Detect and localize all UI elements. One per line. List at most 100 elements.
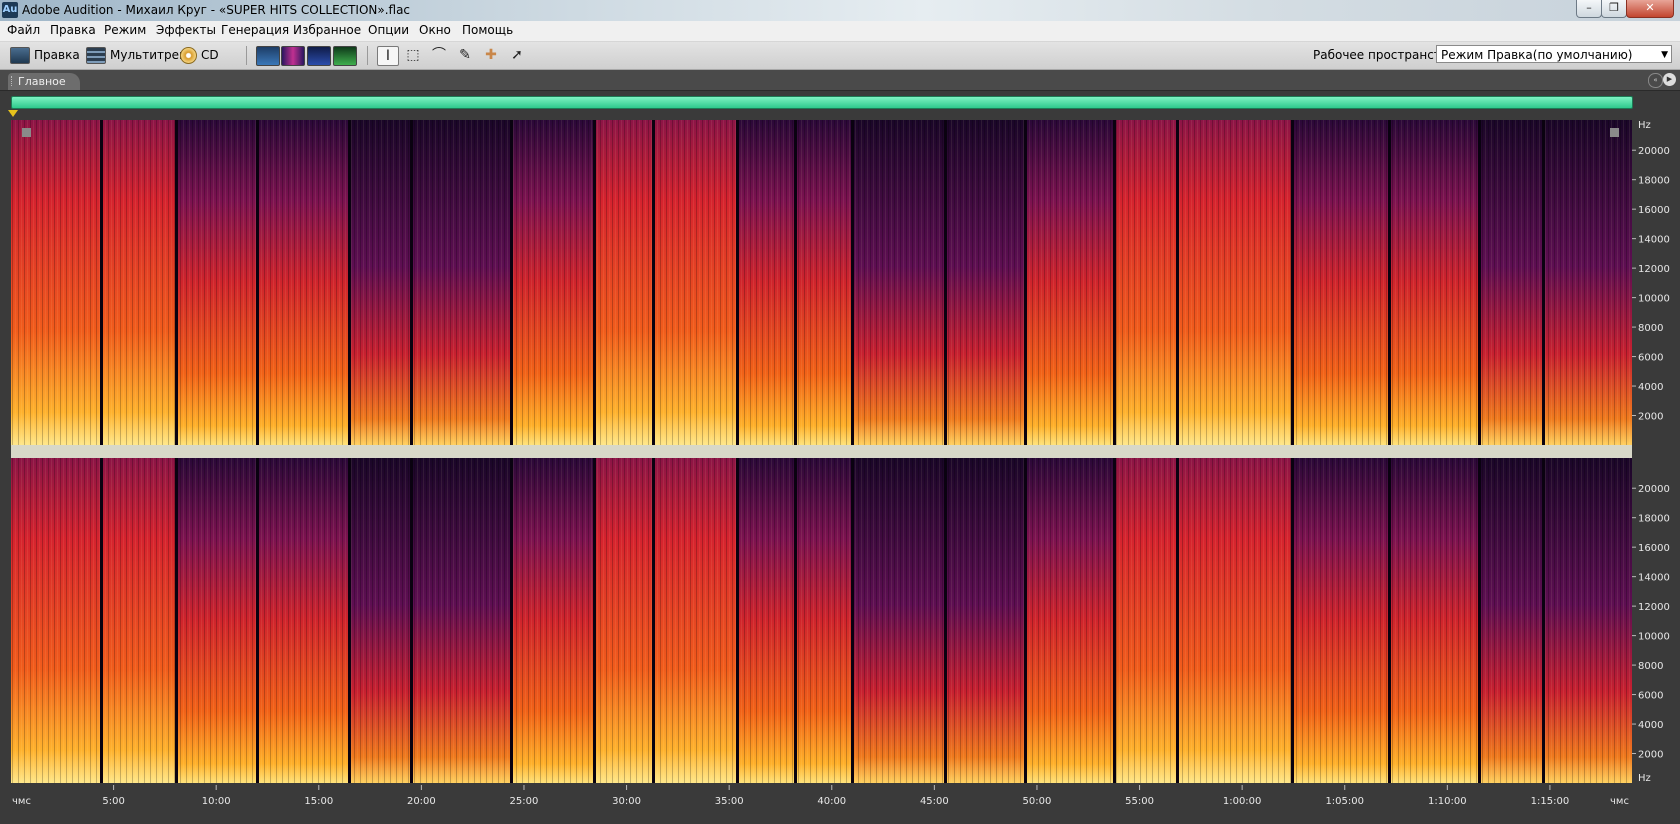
track-gap [593, 120, 596, 445]
track-gap [1388, 458, 1391, 783]
menu-edit[interactable]: Правка [50, 23, 96, 37]
move-tool-icon[interactable]: ➚ [507, 46, 527, 64]
spectral-display[interactable]: 20000 18000 16000 14000 12000 10000 8000 6000 40… [0, 110, 1680, 812]
title-bar: Au Adobe Audition - Михаил Круг - «SUPER… [0, 0, 1680, 21]
frequency-tick-label: 2000 [1638, 750, 1663, 761]
track-gap [794, 120, 797, 445]
menu-mode[interactable]: Режим [104, 23, 146, 37]
time-tick-label: 25:00 [510, 796, 539, 807]
chevron-down-icon: ▼ [1661, 50, 1668, 60]
track-gap [410, 120, 413, 445]
track-gap [736, 120, 739, 445]
time-ruler[interactable]: чмс чмс 5:00 10:00 15:00 20:00 25:00 30:00 35:… [12, 785, 1629, 807]
status-bar [0, 812, 1680, 824]
spectral-view-button[interactable] [281, 46, 305, 66]
maximize-button[interactable]: ❐ [1601, 0, 1627, 18]
track-gap [652, 120, 655, 445]
track-gap [1024, 120, 1027, 445]
track-gap [1176, 120, 1179, 445]
combined-view-button[interactable] [333, 46, 357, 66]
multitrack-mode-button[interactable]: Мультитрек [86, 45, 186, 65]
track-gap [1113, 458, 1116, 783]
menu-bar: Файл Правка Режим Эффекты Генерация Избр… [0, 21, 1680, 42]
close-button[interactable]: ✕ [1626, 0, 1674, 18]
panel-collapse-icon[interactable]: « [1648, 73, 1663, 88]
multitrack-icon [86, 46, 106, 64]
track-gap [100, 458, 103, 783]
tab-main[interactable]: Главное [8, 73, 80, 90]
track-gap [851, 120, 854, 445]
track-gap [944, 120, 947, 445]
edit-mode-label: Правка [34, 48, 80, 62]
time-tick-label: 15:00 [304, 796, 333, 807]
time-tick-label: 1:00:00 [1223, 796, 1262, 807]
frequency-tick-label: 10000 [1638, 294, 1670, 305]
time-tick-label: 1:10:00 [1428, 796, 1467, 807]
cd-mode-label: CD [201, 48, 219, 62]
frequency-tick-label: 4000 [1638, 382, 1663, 393]
frequency-tick-label: 10000 [1638, 632, 1670, 643]
frequency-tick-label: 18000 [1638, 514, 1670, 525]
pitch-view-button[interactable] [307, 46, 331, 66]
frequency-tick-label: 4000 [1638, 720, 1663, 731]
audition-logo-icon: Au [2, 2, 18, 18]
frequency-unit-label: Hz [1638, 120, 1651, 131]
marquee-selection-tool-icon[interactable]: ⬚ [403, 46, 423, 64]
lasso-tool-icon[interactable]: ⌒ [429, 46, 449, 64]
toolbar: Правка Мультитрек CD I ⬚ ⌒ ✎ ✚ ➚ Рабочее… [0, 42, 1680, 70]
track-gap [944, 458, 947, 783]
edit-mode-button[interactable]: Правка [10, 45, 80, 65]
time-tick-label: 5:00 [102, 796, 124, 807]
track-gap [1388, 120, 1391, 445]
frequency-tick-label: 12000 [1638, 602, 1670, 613]
track-gap [510, 458, 513, 783]
brush-tool-icon[interactable]: ✎ [455, 46, 475, 64]
menu-favorites[interactable]: Избранное [293, 23, 361, 37]
zoom-overview-bar[interactable] [11, 96, 1633, 109]
track-gap [1176, 458, 1179, 783]
frequency-tick-label: 16000 [1638, 205, 1670, 216]
waveform-view-button[interactable] [256, 46, 280, 66]
track-gap [794, 458, 797, 783]
panel-menu-icon[interactable]: ▶ [1663, 73, 1676, 86]
track-gap [348, 120, 351, 445]
zoom-corner-icon[interactable] [22, 128, 31, 137]
menu-window[interactable]: Окно [419, 23, 451, 37]
menu-generate[interactable]: Генерация [221, 23, 289, 37]
workspace-value: Режим Правка(по умолчанию) [1441, 48, 1633, 62]
time-tick-label: 1:15:00 [1531, 796, 1570, 807]
multitrack-mode-label: Мультитрек [110, 48, 187, 62]
time-selection-tool-icon[interactable]: I [377, 46, 399, 66]
menu-effects[interactable]: Эффекты [156, 23, 216, 37]
menu-options[interactable]: Опции [368, 23, 409, 37]
zoom-corner-icon[interactable] [1610, 128, 1619, 137]
menu-help[interactable]: Помощь [462, 23, 513, 37]
frequency-tick-label: 6000 [1638, 353, 1663, 364]
time-tick-label: 20:00 [407, 796, 436, 807]
track-gap [1024, 458, 1027, 783]
frequency-tick-label: 16000 [1638, 543, 1670, 554]
frequency-tick-label: 14000 [1638, 235, 1670, 246]
track-gap [736, 458, 739, 783]
track-gap [851, 458, 854, 783]
toolbar-divider [367, 46, 368, 65]
track-gap [1291, 120, 1294, 445]
spot-healing-tool-icon[interactable]: ✚ [481, 46, 501, 64]
workspace-dropdown[interactable]: Режим Правка(по умолчанию) ▼ [1436, 45, 1672, 63]
track-gap [1542, 458, 1545, 783]
time-tick-label: 30:00 [612, 796, 641, 807]
minimize-button[interactable]: – [1576, 0, 1602, 18]
track-gap [175, 458, 178, 783]
track-gap [410, 458, 413, 783]
track-gap [175, 120, 178, 445]
track-gap [510, 120, 513, 445]
track-gap [100, 120, 103, 445]
toolbar-divider [246, 46, 247, 65]
menu-file[interactable]: Файл [7, 23, 40, 37]
frequency-tick-label: 20000 [1638, 146, 1670, 157]
cd-mode-button[interactable]: CD [180, 45, 219, 65]
frequency-tick-label: 8000 [1638, 661, 1663, 672]
track-gap [1478, 120, 1481, 445]
frequency-tick-label: 12000 [1638, 264, 1670, 275]
spectrogram-layer [11, 120, 1632, 783]
